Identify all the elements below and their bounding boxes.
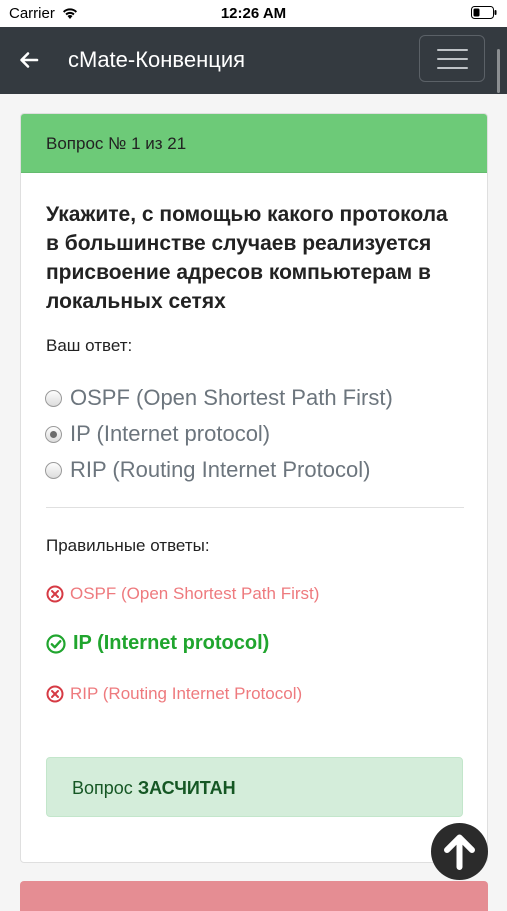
result-text: Вопрос ЗАСЧИТАН (72, 778, 236, 798)
card-header: Вопрос № 1 из 21 (21, 114, 487, 173)
result-status: ЗАСЧИТАН (137, 778, 236, 798)
answer-label: IP (Internet protocol) (73, 632, 270, 654)
divider (46, 507, 464, 508)
question-counter: Вопрос № 1 из 21 (46, 134, 187, 153)
battery-icon (471, 6, 497, 19)
your-answer-label: Ваш ответ: (46, 336, 133, 355)
check-circle-icon (46, 634, 66, 654)
app-navbar: cMate-Конвенция (0, 27, 507, 94)
status-bar: Carrier 12:26 AM (0, 0, 507, 27)
next-question-card (20, 881, 488, 911)
option-label: OSPF (Open Shortest Path First) (70, 385, 393, 410)
radio-button[interactable] (45, 390, 62, 407)
arrow-up-icon (444, 834, 475, 870)
cross-circle-icon (46, 585, 64, 603)
scrollbar[interactable] (497, 49, 500, 93)
back-arrow-icon[interactable] (18, 49, 40, 71)
option-label: RIP (Routing Internet Protocol) (70, 457, 371, 482)
question-text: Укажите, с помощью какого протокола в бо… (46, 203, 448, 313)
result-alert: Вопрос ЗАСЧИТАН (46, 757, 463, 817)
question-card: Вопрос № 1 из 21 Укажите, с помощью како… (20, 113, 488, 863)
correct-answers-label: Правильные ответы: (46, 536, 210, 555)
radio-button[interactable] (45, 462, 62, 479)
app-title: cMate-Конвенция (68, 47, 246, 72)
radio-button-selected[interactable] (45, 426, 62, 443)
hamburger-icon (437, 49, 468, 51)
scroll-to-top-button[interactable] (431, 823, 488, 880)
clock: 12:26 AM (220, 5, 287, 22)
menu-toggle-button[interactable] (419, 35, 485, 82)
option-label: IP (Internet protocol) (70, 421, 271, 446)
answer-label: OSPF (Open Shortest Path First) (70, 584, 320, 603)
cross-circle-icon (46, 685, 64, 703)
answer-label: RIP (Routing Internet Protocol) (70, 684, 303, 703)
